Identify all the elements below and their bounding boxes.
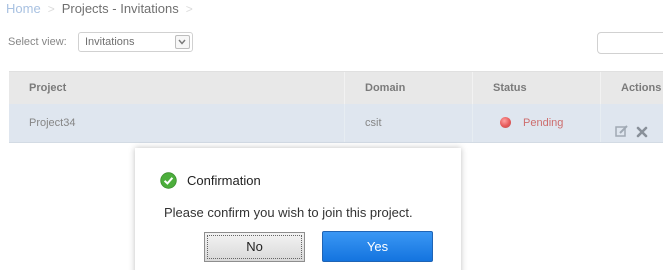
dialog-title: Confirmation — [187, 173, 261, 188]
check-circle-icon — [160, 172, 177, 189]
no-button[interactable]: No — [204, 232, 305, 262]
page: Home > Projects - Invitations > Select view… — [0, 0, 663, 270]
dialog-message: Please confirm you wish to join this pro… — [164, 205, 413, 220]
confirmation-dialog: Confirmation Please confirm you wish to … — [135, 148, 461, 270]
yes-button[interactable]: Yes — [322, 231, 433, 262]
